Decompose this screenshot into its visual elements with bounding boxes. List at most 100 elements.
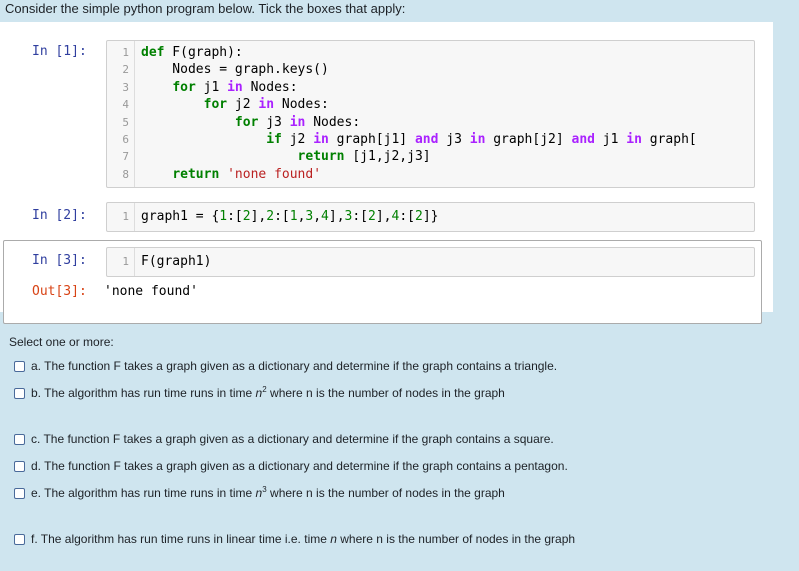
option-text: a. The function F takes a graph given as… bbox=[31, 359, 558, 373]
option-label[interactable]: f. The algorithm has run time runs in li… bbox=[31, 530, 575, 548]
code-token: for bbox=[172, 79, 196, 95]
code-token: ]} bbox=[422, 209, 439, 224]
code-line: if j2 in graph[j1] and j3 in graph[j2] a… bbox=[141, 131, 697, 148]
code-token: :[ bbox=[227, 209, 243, 224]
code-token: in bbox=[289, 114, 306, 130]
out-prompt: Out[3]: bbox=[32, 284, 87, 299]
code-token: if bbox=[266, 132, 282, 147]
code-token: return bbox=[297, 149, 345, 165]
line-number: 6 bbox=[122, 133, 129, 146]
code-token: [j1,j2,j3] bbox=[344, 149, 431, 165]
code-token: :[ bbox=[274, 209, 290, 224]
option-checkbox[interactable] bbox=[14, 461, 25, 472]
code-token: in bbox=[626, 132, 642, 147]
line-number: 2 bbox=[122, 63, 129, 77]
line-number: 4 bbox=[122, 98, 129, 112]
option-text-suffix: where n is the number of nodes in the gr… bbox=[266, 386, 505, 400]
code-token: Nodes: bbox=[242, 79, 298, 95]
option-checkbox[interactable] bbox=[14, 434, 25, 445]
code-line: for j2 in Nodes: bbox=[141, 96, 329, 113]
code-token: j1 bbox=[195, 79, 228, 95]
code-token: 1 bbox=[219, 209, 228, 224]
gutter-divider bbox=[134, 41, 135, 187]
code-token: 2 bbox=[368, 209, 376, 224]
option-text: d. The function F takes a graph given as… bbox=[31, 459, 568, 473]
code-line: return [j1,j2,j3] bbox=[141, 148, 431, 165]
select-instruction: Select one or more: bbox=[9, 335, 114, 349]
option-text: b. The algorithm has run time runs in ti… bbox=[31, 386, 256, 400]
code-token: and bbox=[571, 132, 595, 147]
option-label[interactable]: a. The function F takes a graph given as… bbox=[31, 357, 557, 375]
option-checkbox[interactable] bbox=[14, 534, 25, 545]
option-text: e. The algorithm has run time runs in ti… bbox=[31, 486, 256, 500]
code-editor: 1 F(graph1) bbox=[106, 247, 755, 277]
option-text: f. The algorithm has run time runs in li… bbox=[31, 532, 331, 546]
code-token: and bbox=[414, 132, 439, 147]
cell-output: 'none found' bbox=[104, 284, 198, 299]
code-token: in bbox=[227, 79, 243, 95]
option-checkbox[interactable] bbox=[14, 361, 25, 372]
option-label[interactable]: c. The function F takes a graph given as… bbox=[31, 430, 554, 448]
option-label[interactable]: b. The algorithm has run time runs in ti… bbox=[31, 384, 505, 402]
code-token: , bbox=[313, 209, 322, 224]
code-token: 4 bbox=[321, 209, 329, 224]
line-number: 1 bbox=[122, 255, 129, 268]
code-token: j2 bbox=[227, 97, 259, 113]
line-number: 3 bbox=[122, 80, 129, 94]
code-token: 2 bbox=[414, 209, 423, 224]
code-line: for j3 in Nodes: bbox=[141, 114, 360, 131]
code-token: F(graph1) bbox=[141, 254, 212, 269]
code-token: 'none found' bbox=[227, 166, 322, 182]
option-label[interactable]: e. The algorithm has run time runs in ti… bbox=[31, 484, 505, 502]
code-line: def F(graph): bbox=[141, 44, 243, 61]
in-prompt: In [3]: bbox=[32, 253, 87, 268]
notebook-screenshot: In [1]: 1 def F(graph): 2 Nodes = graph.ke… bbox=[0, 22, 773, 324]
option-checkbox[interactable] bbox=[14, 388, 25, 399]
code-token: ], bbox=[375, 209, 392, 224]
question-text: Consider the simple python program below… bbox=[5, 1, 406, 16]
line-number: 7 bbox=[122, 150, 129, 164]
code-token: in bbox=[258, 97, 275, 113]
code-token: 2 bbox=[242, 209, 251, 224]
code-token: graph[j2] bbox=[485, 132, 572, 147]
line-number: 1 bbox=[122, 210, 129, 223]
line-number: 1 bbox=[122, 46, 129, 59]
code-token: in bbox=[313, 132, 329, 147]
code-token: for bbox=[234, 114, 259, 130]
code-token: graph1 = { bbox=[141, 209, 220, 224]
code-token: :[ bbox=[352, 209, 369, 224]
in-prompt: In [2]: bbox=[32, 208, 87, 223]
option-checkbox[interactable] bbox=[14, 488, 25, 499]
code-token: def bbox=[141, 45, 165, 60]
code-token: :[ bbox=[399, 209, 415, 224]
code-token: return bbox=[172, 166, 220, 182]
code-line: F(graph1) bbox=[141, 253, 211, 270]
gutter-divider bbox=[134, 248, 135, 276]
code-token: ], bbox=[250, 209, 267, 224]
code-editor: 1 graph1 = {1:[2],2:[1,3,4],3:[2],4:[2]} bbox=[106, 202, 755, 232]
code-token: Nodes: bbox=[305, 114, 361, 130]
option-text-suffix: where n is the number of nodes in the gr… bbox=[336, 532, 576, 546]
in-prompt: In [1]: bbox=[32, 44, 87, 59]
code-token: 2 bbox=[266, 209, 275, 224]
code-token: F(graph): bbox=[164, 45, 243, 60]
option-variable: n bbox=[330, 532, 337, 546]
code-line: graph1 = {1:[2],2:[1,3,4],3:[2],4:[2]} bbox=[141, 208, 438, 225]
option-text-suffix: where n is the number of nodes in the gr… bbox=[266, 486, 505, 500]
code-token: j3 bbox=[258, 114, 290, 130]
code-token: j2 bbox=[281, 132, 314, 147]
code-token: 1 bbox=[289, 209, 298, 224]
code-token: graph[ bbox=[641, 132, 697, 147]
line-number: 8 bbox=[122, 167, 129, 181]
code-token: j1 bbox=[594, 132, 627, 147]
gutter-divider bbox=[134, 203, 135, 231]
code-token: graph[j1] bbox=[328, 132, 415, 147]
option-label[interactable]: d. The function F takes a graph given as… bbox=[31, 457, 568, 475]
option-text: c. The function F takes a graph given as… bbox=[31, 432, 554, 446]
